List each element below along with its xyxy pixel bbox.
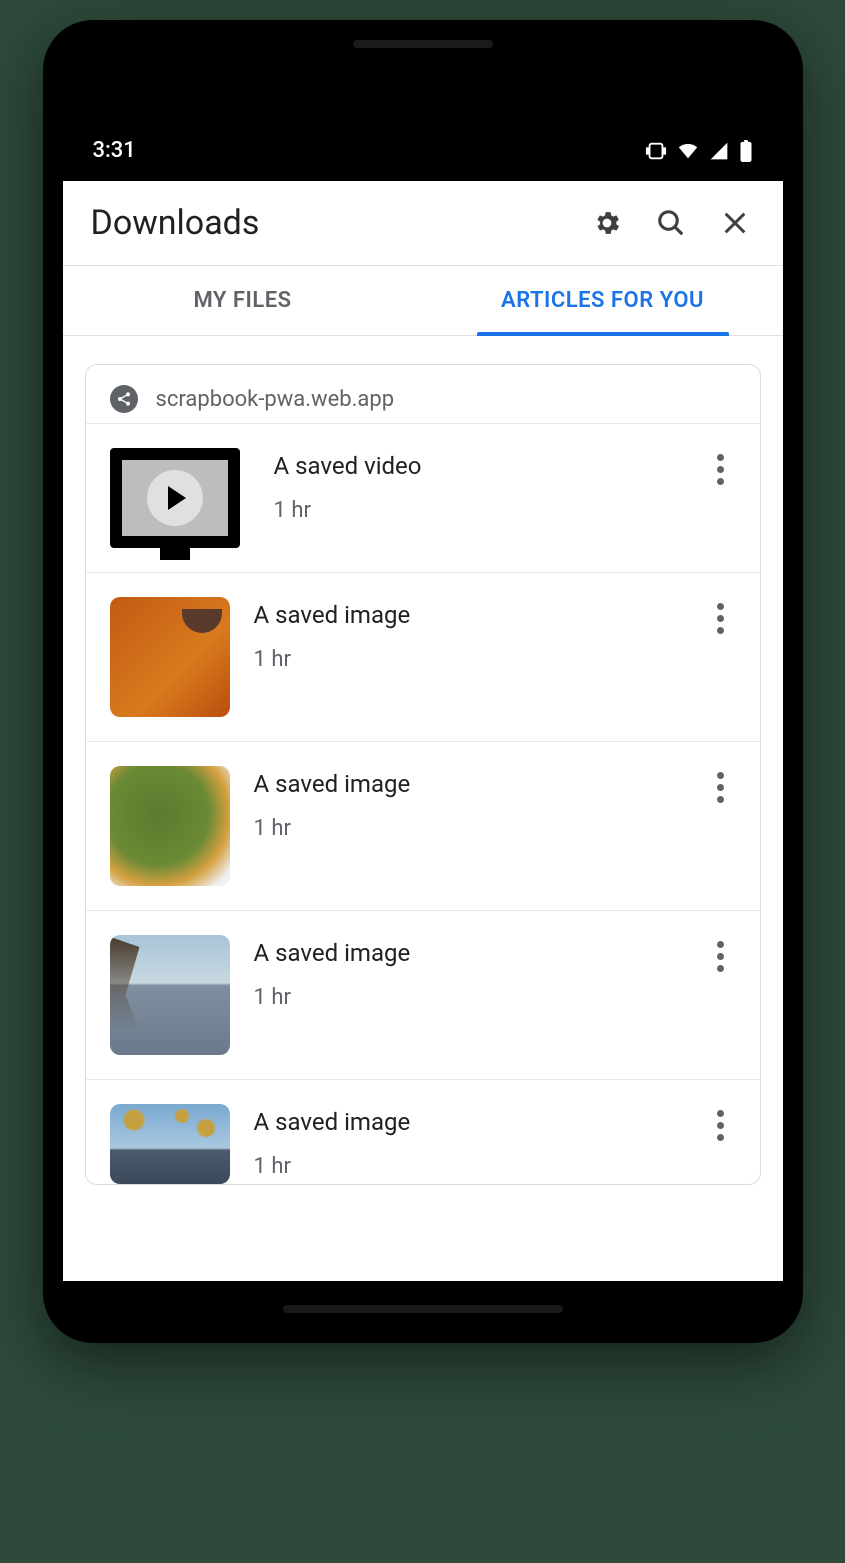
thumbnail bbox=[110, 935, 230, 1055]
item-body: A saved image 1 hr bbox=[230, 597, 706, 672]
video-icon bbox=[110, 448, 240, 548]
articles-card: scrapbook-pwa.web.app A saved video bbox=[85, 364, 761, 1185]
item-title: A saved video bbox=[274, 452, 706, 480]
phone-screen: 3:31 Downloads bbox=[63, 40, 783, 1323]
tab-articles-for-you[interactable]: ARTICLES FOR YOU bbox=[423, 266, 783, 335]
signal-icon bbox=[709, 141, 729, 161]
item-title: A saved image bbox=[254, 939, 706, 967]
kebab-icon bbox=[717, 603, 724, 610]
item-time: 1 hr bbox=[254, 647, 706, 672]
status-time: 3:31 bbox=[93, 138, 136, 163]
app-screen: Downloads MY FILES ARTICLES FOR YOU bbox=[63, 181, 783, 1281]
thumbnail bbox=[110, 766, 230, 886]
item-time: 1 hr bbox=[254, 985, 706, 1010]
speaker-icon bbox=[353, 40, 493, 48]
search-button[interactable] bbox=[651, 203, 691, 243]
kebab-icon bbox=[717, 1110, 724, 1117]
status-bar: 3:31 bbox=[63, 58, 783, 181]
item-title: A saved image bbox=[254, 1108, 706, 1136]
content-area: scrapbook-pwa.web.app A saved video bbox=[63, 336, 783, 1185]
item-body: A saved image 1 hr bbox=[230, 935, 706, 1010]
search-icon bbox=[656, 208, 686, 238]
item-time: 1 hr bbox=[254, 1154, 706, 1179]
item-time: 1 hr bbox=[254, 816, 706, 841]
kebab-icon bbox=[717, 454, 724, 461]
tab-my-files[interactable]: MY FILES bbox=[63, 266, 423, 335]
more-button[interactable] bbox=[706, 766, 736, 803]
speaker-icon bbox=[283, 1305, 563, 1313]
vibrate-icon bbox=[645, 140, 667, 162]
share-icon bbox=[110, 385, 138, 413]
gear-icon bbox=[592, 208, 622, 238]
phone-frame: 3:31 Downloads bbox=[43, 20, 803, 1343]
list-item[interactable]: A saved video 1 hr bbox=[86, 423, 760, 572]
item-body: A saved image 1 hr bbox=[230, 1104, 706, 1179]
item-title: A saved image bbox=[254, 601, 706, 629]
item-body: A saved image 1 hr bbox=[230, 766, 706, 841]
kebab-icon bbox=[717, 941, 724, 948]
item-title: A saved image bbox=[254, 770, 706, 798]
status-icons bbox=[645, 140, 753, 162]
item-body: A saved video 1 hr bbox=[250, 448, 706, 523]
list-item[interactable]: A saved image 1 hr bbox=[86, 1079, 760, 1184]
settings-button[interactable] bbox=[587, 203, 627, 243]
more-button[interactable] bbox=[706, 597, 736, 634]
source-label: scrapbook-pwa.web.app bbox=[156, 387, 395, 412]
thumbnail bbox=[110, 1104, 230, 1184]
more-button[interactable] bbox=[706, 935, 736, 972]
thumbnail bbox=[110, 448, 250, 548]
wifi-icon bbox=[677, 140, 699, 162]
card-header: scrapbook-pwa.web.app bbox=[86, 365, 760, 423]
app-header: Downloads bbox=[63, 181, 783, 266]
tabs: MY FILES ARTICLES FOR YOU bbox=[63, 266, 783, 336]
close-button[interactable] bbox=[715, 203, 755, 243]
thumbnail bbox=[110, 597, 230, 717]
list-item[interactable]: A saved image 1 hr bbox=[86, 741, 760, 910]
list-item[interactable]: A saved image 1 hr bbox=[86, 910, 760, 1079]
close-icon bbox=[721, 209, 749, 237]
battery-icon bbox=[739, 140, 753, 162]
play-icon bbox=[147, 470, 203, 526]
more-button[interactable] bbox=[706, 1104, 736, 1141]
kebab-icon bbox=[717, 772, 724, 779]
page-title: Downloads bbox=[91, 203, 563, 243]
list-item[interactable]: A saved image 1 hr bbox=[86, 572, 760, 741]
item-time: 1 hr bbox=[274, 498, 706, 523]
more-button[interactable] bbox=[706, 448, 736, 485]
